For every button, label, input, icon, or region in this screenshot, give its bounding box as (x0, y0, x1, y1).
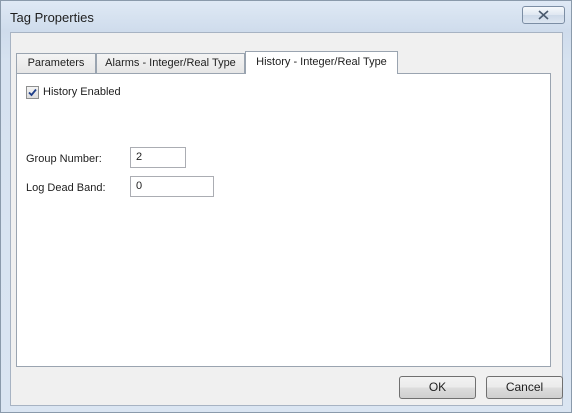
close-button[interactable] (522, 6, 565, 24)
group-number-label: Group Number: (26, 153, 102, 165)
history-enabled-label: History Enabled (43, 86, 121, 98)
ok-button[interactable]: OK (399, 376, 476, 399)
close-icon (538, 10, 549, 20)
history-enabled-checkbox[interactable] (26, 86, 39, 99)
tab-parameters[interactable]: Parameters (16, 53, 96, 73)
cancel-button[interactable]: Cancel (486, 376, 563, 399)
log-dead-band-label: Log Dead Band: (26, 182, 106, 194)
log-dead-band-input[interactable]: 0 (130, 176, 214, 197)
title-bar[interactable]: Tag Properties (1, 1, 571, 31)
group-number-input[interactable]: 2 (130, 147, 186, 168)
history-tab-panel (16, 73, 551, 367)
window-title: Tag Properties (10, 10, 94, 25)
checkmark-icon (28, 88, 37, 97)
tab-alarms[interactable]: Alarms - Integer/Real Type (96, 53, 245, 73)
tab-history[interactable]: History - Integer/Real Type (245, 51, 398, 74)
